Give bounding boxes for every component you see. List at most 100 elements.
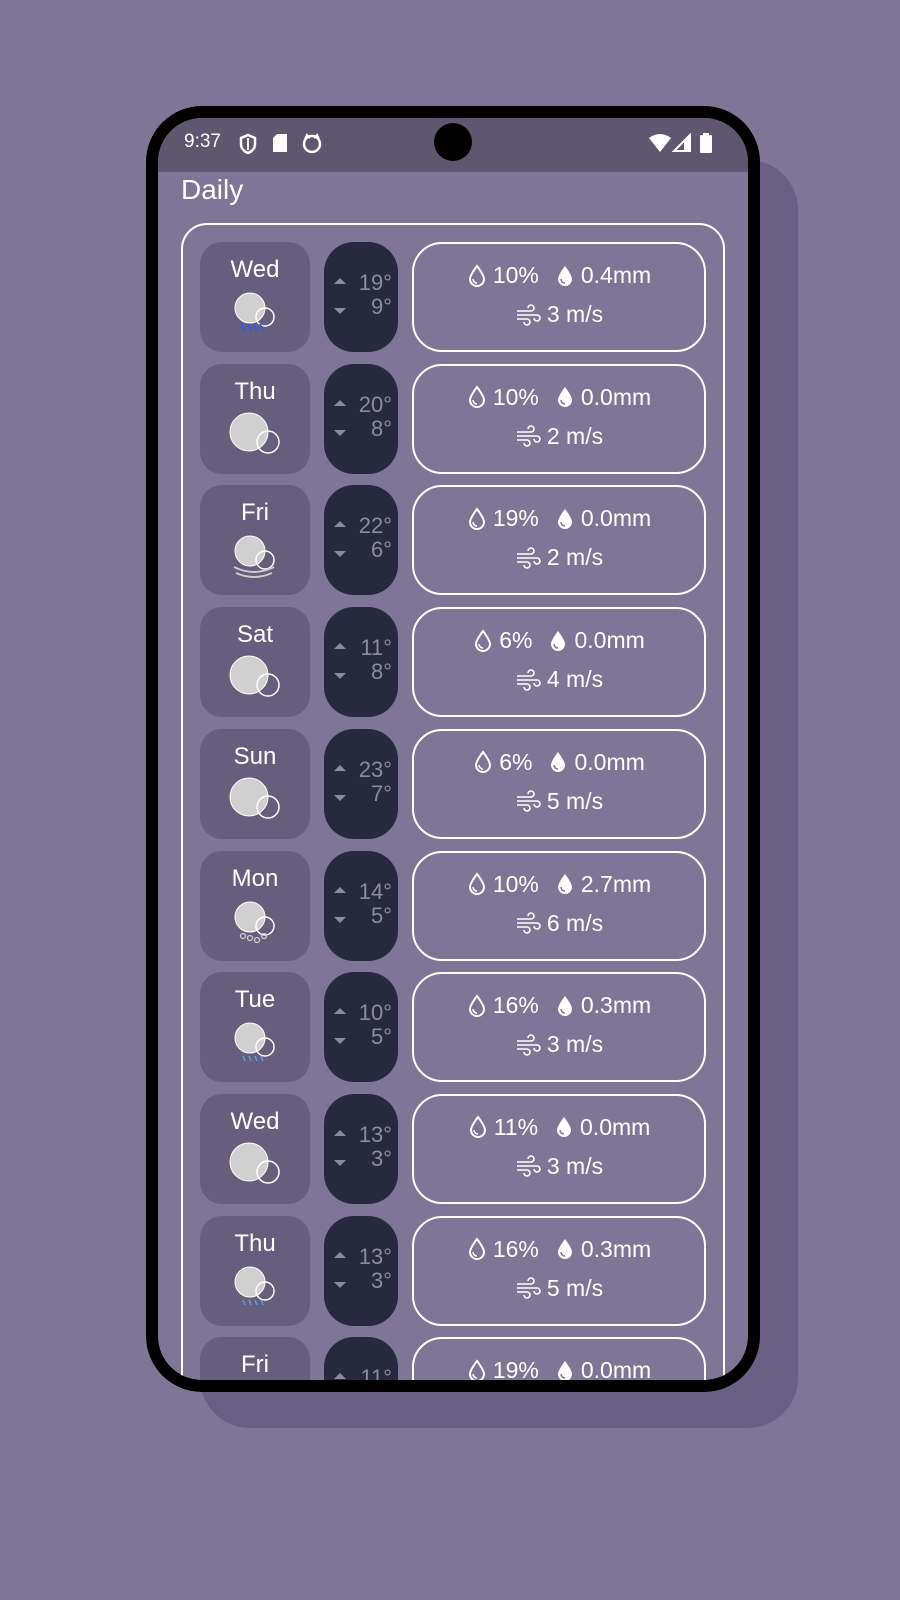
wind-icon [516,1155,541,1178]
day-tile[interactable]: Thu [200,363,310,474]
day-name: Tue [234,986,276,1014]
details-tile: 11% 0.0mm 3 m/s [412,1093,706,1204]
day-tile[interactable]: Thu [200,1215,310,1326]
high-temp: 22° [358,513,392,539]
high-arrow-icon [334,764,346,771]
day-tile[interactable]: Tue [200,972,310,1083]
day-name: Thu [234,1229,276,1257]
day-row[interactable]: Sun 23° 7° 6% 0.0mm 5 m/s [200,728,706,839]
day-row[interactable]: Thu 13° 3° 16% 0.3mm 5 m/s [200,1215,706,1326]
precip-chance: 10% [492,870,539,897]
high-arrow-icon [334,521,346,528]
precip-amount-icon [557,1360,572,1380]
day-tile[interactable]: Fri [200,1337,310,1380]
day-tile[interactable]: Sun [200,728,310,839]
details-tile: 6% 0.0mm 4 m/s [412,607,706,718]
precip-amount-icon [557,387,572,408]
low-temp: 6° [370,537,392,563]
temperature-tile: 20° 8° [324,363,398,474]
precip-amount: 0.3mm [580,992,652,1019]
high-arrow-icon [334,643,346,650]
precip-chance-icon [468,385,485,409]
low-arrow-icon [334,916,346,923]
precip-chance-icon [475,750,492,774]
day-row[interactable]: Thu 20° 8° 10% 0.0mm 2 m/s [200,363,706,474]
wind-icon [516,912,541,934]
precip-chance-icon [468,994,485,1017]
precip-amount: 2.7mm [580,870,652,897]
wind-speed: 3 m/s [546,1152,604,1179]
sd-card-icon [273,134,287,152]
wind-speed: 6 m/s [546,909,604,936]
day-row[interactable]: Wed 19° 9° 10% 0.4mm 3 m/s [200,242,706,352]
day-row[interactable]: Tue 10° 5° 16% 0.3mm 3 m/s [200,972,706,1083]
wind-icon [516,425,541,447]
day-tile[interactable]: Fri [200,485,310,596]
precip-chance: 16% [492,1235,539,1262]
day-tile[interactable]: Sat [200,607,310,718]
phone-frame: 9:37 Daily Wed 19° 9° 10% 0.4mm 3 m/s Thu 20… [146,106,760,1392]
day-row[interactable]: Mon 14° 5° 10% 2.7mm 6 m/s [200,850,706,961]
wind-icon [516,1277,541,1299]
shield-icon [239,133,257,155]
day-row[interactable]: Fri 11° 19% 0.0mm [200,1337,706,1380]
precip-amount: 0.0mm [580,1357,652,1380]
day-tile[interactable]: Wed [200,242,310,352]
weather-clear-icon [229,1142,280,1184]
temperature-tile: 22° 6° [324,485,398,596]
day-tile[interactable]: Mon [200,850,310,961]
details-tile: 16% 0.3mm 3 m/s [412,972,706,1083]
precip-amount-icon [557,508,572,529]
precip-chance: 16% [492,992,539,1019]
signal-icon [672,133,691,152]
wind-icon [516,303,541,326]
screen: 9:37 Daily Wed 19° 9° 10% 0.4mm 3 m/s Thu 20… [158,118,748,1380]
temperature-tile: 13° 3° [324,1093,398,1204]
high-arrow-icon [334,886,346,893]
page-title: Daily [181,174,244,205]
weather-clear-icon [229,655,280,697]
high-temp: 19° [358,270,392,295]
precip-amount: 0.0mm [574,748,645,775]
wind-speed: 4 m/s [546,666,604,693]
low-temp: 5° [370,1024,392,1050]
low-temp: 3° [370,1145,392,1171]
wind-icon [516,1033,541,1056]
precip-chance: 19% [492,505,539,532]
high-arrow-icon [334,278,346,284]
weather-clear-icon [229,412,280,454]
wind-speed: 2 m/s [546,422,604,449]
day-tile[interactable]: Wed [200,1093,310,1204]
details-tile: 10% 2.7mm 6 m/s [412,850,706,961]
low-arrow-icon [334,551,346,558]
low-arrow-icon [334,1038,346,1045]
precip-amount: 0.0mm [580,505,652,532]
precip-chance: 10% [492,262,539,288]
precip-chance-icon [468,263,485,287]
wind-icon [516,547,541,569]
wind-speed: 5 m/s [546,1274,604,1301]
precip-chance-icon [468,1237,485,1261]
day-name: Thu [234,377,276,405]
temperature-tile: 11° [324,1337,398,1380]
low-arrow-icon [334,673,346,680]
precip-amount-icon [557,1239,572,1260]
battery-icon [700,133,712,153]
precip-chance: 6% [499,748,533,775]
wifi-icon [649,134,671,152]
weather-clear-icon [229,777,280,819]
high-arrow-icon [334,1008,346,1015]
day-name: Wed [230,1107,280,1135]
temperature-tile: 10° 5° [324,972,398,1083]
details-tile: 10% 0.4mm 3 m/s [412,242,706,352]
status-bar: 9:37 [158,118,748,172]
precip-chance: 11% [493,1113,539,1140]
low-temp: 8° [370,415,392,441]
low-temp: 3° [370,1267,392,1293]
wind-icon [516,668,541,691]
day-row[interactable]: Sat 11° 8° 6% 0.0mm 4 m/s [200,607,706,718]
low-temp: 7° [370,780,392,806]
day-row[interactable]: Wed 13° 3° 11% 0.0mm 3 m/s [200,1093,706,1204]
day-row[interactable]: Fri 22° 6° 19% 0.0mm 2 m/s [200,485,706,596]
high-arrow-icon [334,399,346,406]
